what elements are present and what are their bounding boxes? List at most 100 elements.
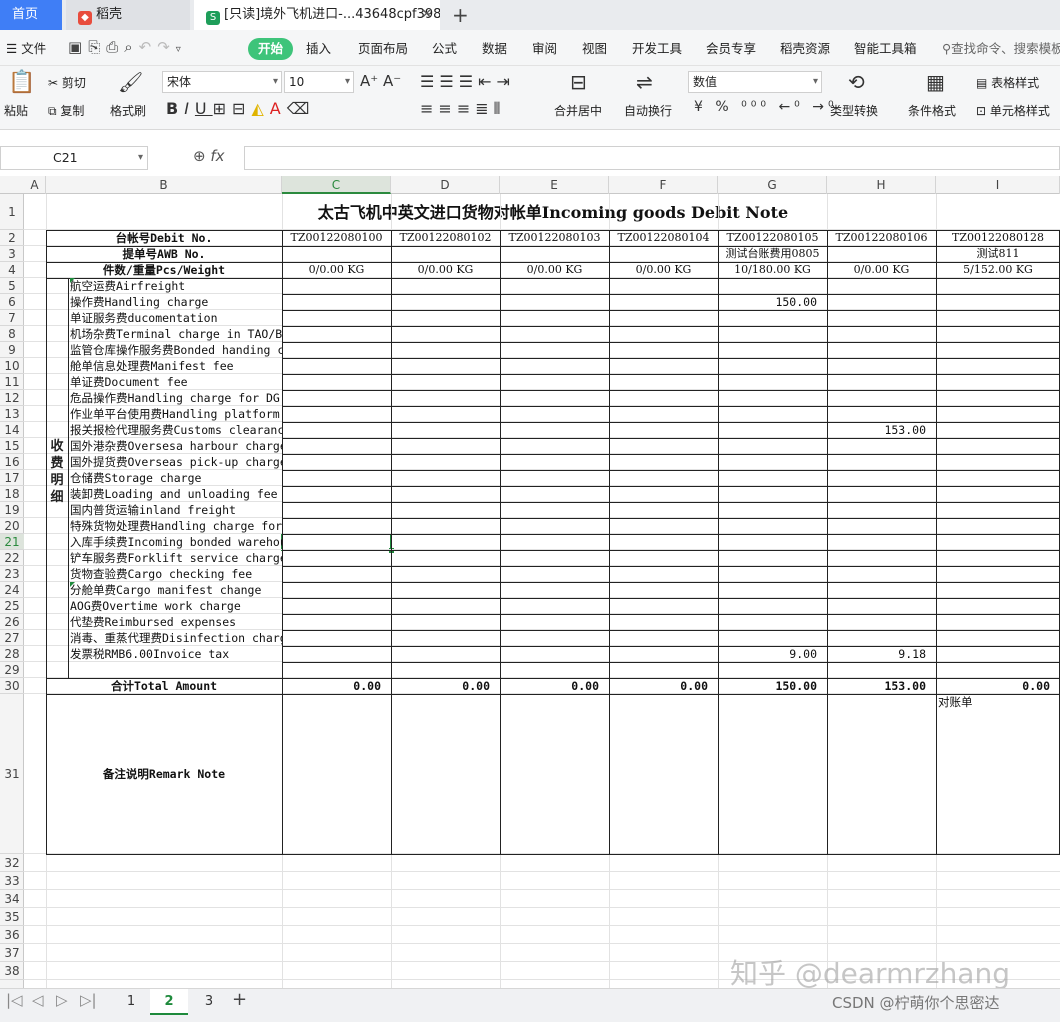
row-header-38[interactable]: 38 bbox=[0, 962, 24, 980]
row-header-20[interactable]: 20 bbox=[0, 518, 24, 534]
row-header-12[interactable]: 12 bbox=[0, 390, 24, 406]
function-icon[interactable]: ⊕ fx bbox=[193, 147, 225, 165]
sheet-tab-2[interactable]: 2 bbox=[150, 989, 188, 1015]
wrap-text-button[interactable]: 自动换行 bbox=[624, 102, 672, 119]
row-header-19[interactable]: 19 bbox=[0, 502, 24, 518]
chevron-down-icon[interactable]: ▿ bbox=[176, 44, 187, 55]
row-header-23[interactable]: 23 bbox=[0, 566, 24, 582]
menu-page-layout[interactable]: 页面布局 bbox=[358, 38, 408, 60]
row-header-24[interactable]: 24 bbox=[0, 582, 24, 598]
menu-formula[interactable]: 公式 bbox=[432, 38, 457, 60]
row-header-1[interactable]: 1 bbox=[0, 195, 24, 230]
font-color-icon[interactable]: A bbox=[270, 99, 287, 118]
redo-icon[interactable]: ↷ bbox=[157, 38, 176, 56]
fee-item-label[interactable]: 单证服务费ducomentation bbox=[70, 310, 282, 326]
add-sheet-icon[interactable]: + bbox=[232, 989, 247, 1010]
number-format-select[interactable]: 数值 bbox=[688, 71, 822, 93]
export-icon[interactable]: ⎘ bbox=[88, 38, 106, 56]
fee-item-label[interactable]: 舱单信息处理费Manifest fee bbox=[70, 358, 282, 374]
menu-view[interactable]: 视图 bbox=[582, 38, 607, 60]
row-header-25[interactable]: 25 bbox=[0, 598, 24, 614]
font-grow-icon[interactable]: A⁺ A⁻ bbox=[360, 72, 401, 90]
column-header-d[interactable]: D bbox=[391, 176, 500, 194]
fee-value-cell[interactable]: 9.00 bbox=[718, 646, 817, 662]
first-sheet-icon[interactable]: |◁ bbox=[6, 991, 23, 1009]
undo-icon[interactable]: ↶ bbox=[139, 38, 158, 56]
name-box[interactable]: C21 bbox=[0, 146, 148, 170]
pcs-weight-label[interactable]: 件数/重量Pcs/Weight bbox=[46, 262, 282, 278]
row-header-8[interactable]: 8 bbox=[0, 326, 24, 342]
row-header-35[interactable]: 35 bbox=[0, 908, 24, 926]
cell-grid[interactable]: 太古飞机中英文进口货物对帐单Incoming goods Debit Note … bbox=[24, 194, 1060, 988]
column-header-c[interactable]: C bbox=[282, 176, 391, 194]
eraser-icon[interactable]: ⌫ bbox=[287, 99, 316, 118]
awb-no-cell[interactable]: 测试811 bbox=[936, 246, 1060, 262]
row-header-30[interactable]: 30 bbox=[0, 678, 24, 694]
new-tab-button[interactable]: + bbox=[452, 0, 469, 30]
fee-item-label[interactable]: 国外提货费Overseas pick-up charge bbox=[70, 454, 282, 470]
underline-icon[interactable]: U bbox=[195, 99, 213, 118]
awb-no-cell[interactable] bbox=[609, 246, 718, 262]
pcs-weight-cell[interactable]: 0/0.00 KG bbox=[282, 262, 391, 278]
fee-item-label[interactable]: 货物查验费Cargo checking fee bbox=[70, 566, 282, 582]
row-header-3[interactable]: 3 bbox=[0, 246, 24, 262]
total-amount-cell[interactable]: 153.00 bbox=[827, 678, 926, 694]
align-top-group[interactable]: ☰☰☰⇤⇥ bbox=[420, 72, 515, 91]
fee-item-label[interactable]: 国内普货运输inland freight bbox=[70, 502, 282, 518]
column-header-h[interactable]: H bbox=[827, 176, 936, 194]
italic-icon[interactable]: I bbox=[184, 99, 195, 118]
fee-item-label[interactable]: 作业单平台使用费Handling platform c bbox=[70, 406, 282, 422]
pcs-weight-cell[interactable]: 10/180.00 KG bbox=[718, 262, 827, 278]
font-size-select[interactable]: 10 bbox=[284, 71, 354, 93]
row-header-7[interactable]: 7 bbox=[0, 310, 24, 326]
merge-border-icon[interactable]: ⊟ bbox=[232, 99, 251, 118]
row-header-14[interactable]: 14 bbox=[0, 422, 24, 438]
tab-document[interactable]: S [只读]境外飞机进口-...43648cpf398 ✕ bbox=[194, 0, 440, 30]
preview-icon[interactable]: ⌕ bbox=[124, 38, 138, 56]
copy-button[interactable]: ⧉ 复制 bbox=[48, 102, 84, 119]
row-header-33[interactable]: 33 bbox=[0, 872, 24, 890]
fee-item-label[interactable]: 铲车服务费Forklift service charge bbox=[70, 550, 282, 566]
column-header-e[interactable]: E bbox=[500, 176, 609, 194]
pcs-weight-cell[interactable]: 0/0.00 KG bbox=[391, 262, 500, 278]
row-header-2[interactable]: 2 bbox=[0, 230, 24, 246]
total-amount-cell[interactable]: 0.00 bbox=[282, 678, 381, 694]
format-painter-icon[interactable]: 🖌 bbox=[118, 70, 143, 94]
row-header-29[interactable]: 29 bbox=[0, 662, 24, 678]
row-header-17[interactable]: 17 bbox=[0, 470, 24, 486]
awb-no-cell[interactable] bbox=[827, 246, 936, 262]
column-header-i[interactable]: I bbox=[936, 176, 1060, 194]
fee-item-label[interactable]: AOG费Overtime work charge bbox=[70, 598, 282, 614]
sheet-tab-1[interactable]: 1 bbox=[112, 989, 150, 1015]
menu-member[interactable]: 会员专享 bbox=[706, 38, 756, 60]
fee-value-cell[interactable]: 150.00 bbox=[718, 294, 817, 310]
row-header-32[interactable]: 32 bbox=[0, 854, 24, 872]
debit-no-cell[interactable]: TZ00122080106 bbox=[827, 230, 936, 246]
merge-center-icon[interactable]: ⊟ bbox=[570, 70, 587, 94]
menu-file[interactable]: ☰ 文件 bbox=[6, 38, 46, 60]
fee-item-label[interactable]: 发票税RMB6.00Invoice tax bbox=[70, 646, 282, 662]
menu-home[interactable]: 开始 bbox=[248, 38, 294, 60]
row-header-16[interactable]: 16 bbox=[0, 454, 24, 470]
awb-label[interactable]: 提单号AWB No. bbox=[46, 246, 282, 262]
border-icon[interactable]: ⊞ bbox=[213, 99, 232, 118]
fee-item-label[interactable]: 机场杂费Terminal charge in TAO/BJS bbox=[70, 326, 282, 342]
debit-no-cell[interactable]: TZ00122080102 bbox=[391, 230, 500, 246]
awb-no-cell[interactable]: 测试台账费用0805 bbox=[718, 246, 827, 262]
tab-daoke[interactable]: ◆ 稻壳 bbox=[66, 0, 190, 30]
menu-daoke-resources[interactable]: 稻壳资源 bbox=[780, 38, 830, 60]
menu-developer[interactable]: 开发工具 bbox=[632, 38, 682, 60]
fee-item-label[interactable]: 单证费Document fee bbox=[70, 374, 282, 390]
last-sheet-icon[interactable]: ▷| bbox=[80, 991, 97, 1009]
tab-home[interactable]: 首页 bbox=[0, 0, 62, 30]
row-header-31[interactable]: 31 bbox=[0, 694, 24, 854]
menu-data[interactable]: 数据 bbox=[482, 38, 507, 60]
row-header-11[interactable]: 11 bbox=[0, 374, 24, 390]
row-header-15[interactable]: 15 bbox=[0, 438, 24, 454]
pcs-weight-cell[interactable]: 0/0.00 KG bbox=[500, 262, 609, 278]
paste-button[interactable]: 粘贴 bbox=[4, 102, 28, 119]
prev-sheet-icon[interactable]: ◁ bbox=[32, 991, 44, 1009]
fee-item-label[interactable]: 代垫费Reimbursed expenses bbox=[70, 614, 282, 630]
row-header-9[interactable]: 9 bbox=[0, 342, 24, 358]
row-header-6[interactable]: 6 bbox=[0, 294, 24, 310]
